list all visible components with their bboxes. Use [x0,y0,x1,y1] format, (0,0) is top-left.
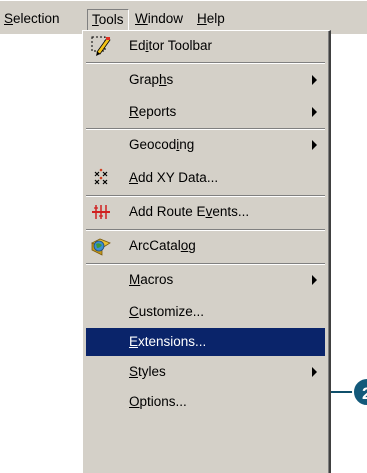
menu-item-label-text: tor Toolbar [148,38,213,53]
menu-item-label-text: acros [140,272,174,287]
menu-item-options[interactable]: Options... [86,388,325,416]
menu-bar: Selection Tools Window Help [0,0,367,34]
menu-item-mnemonic: A [129,170,139,185]
menu-item-editor-toolbar[interactable]: Editor Toolbar [86,32,325,60]
menu-item-mnemonic: O [129,394,140,409]
submenu-arrow-icon [312,107,317,117]
menu-item-styles[interactable]: Styles [86,358,325,386]
menu-item-label-text: tyles [138,364,166,379]
menu-item-mnemonic: h [159,72,167,87]
menu-item-label: Macros [129,272,173,287]
menu-separator [86,62,325,64]
submenu-arrow-icon [312,75,317,85]
callout-number-badge: 2 [352,377,367,407]
menu-item-label: Reports [129,104,176,119]
menu-tools[interactable]: Tools [87,9,129,31]
menu-item-label: Customize... [129,304,204,319]
tools-menu: Editor Toolbar Graphs Reports Geocoding [82,30,331,473]
menu-selection[interactable]: Selection [0,9,64,31]
menu-item-label-text: ng [179,137,195,152]
menu-item-label-text: Grap [129,72,160,87]
menu-item-macros[interactable]: Macros [86,266,325,294]
menu-item-mnemonic: S [129,364,139,379]
menu-item-label: Geocoding [129,137,194,152]
menu-window-label: Window [135,11,184,26]
menu-item-label: Add XY Data... [129,170,218,185]
menu-item-label-text: s [166,72,174,87]
menu-item-add-xy-data[interactable]: Add XY Data... [86,164,325,192]
menu-item-label-text: ustomize... [138,304,205,319]
menu-item-mnemonic: E [129,334,139,349]
submenu-arrow-icon [312,140,317,150]
menu-item-label: Extensions... [129,334,206,349]
menu-item-label: Editor Toolbar [129,38,212,53]
submenu-arrow-icon [312,275,317,285]
menu-item-mnemonic: M [129,272,141,287]
menu-item-label-text: ents... [212,204,250,219]
add-route-events-icon [90,201,112,223]
menu-separator [86,195,325,197]
submenu-arrow-icon [312,367,317,377]
menu-item-mnemonic: R [129,104,139,119]
menu-help[interactable]: Help [193,9,229,31]
menu-item-mnemonic: C [129,304,139,319]
menu-item-arccatalog[interactable]: ArcCatalog [86,232,325,260]
menu-item-graphs[interactable]: Graphs [86,66,325,94]
menu-item-customize[interactable]: Customize... [86,298,325,326]
menu-item-label: Options... [129,394,187,409]
menu-item-label: Add Route Events... [129,204,249,219]
menu-item-label-text: ptions... [139,394,187,409]
menu-window[interactable]: Window [131,9,187,31]
menu-item-label: Styles [129,364,166,379]
menu-item-label-text: dd XY Data... [138,170,219,185]
menu-tools-label: Tools [92,12,124,27]
add-xy-data-icon [90,167,112,189]
menu-item-geocoding[interactable]: Geocoding [86,131,325,159]
menu-item-label-text: ArcCatal [129,238,181,253]
menu-selection-label: Selection [4,11,60,26]
menu-item-add-route-events[interactable]: Add Route Events... [86,198,325,226]
menu-item-label-text: Add Route E [129,204,206,219]
menu-item-label-text: g [188,238,196,253]
menu-separator [86,229,325,231]
menu-separator [86,128,325,130]
menu-item-extensions[interactable]: Extensions... [86,328,325,356]
menu-separator [86,263,325,265]
menu-item-label-text: xtensions... [138,334,207,349]
menu-help-label: Help [197,11,225,26]
arccatalog-icon [90,235,112,257]
editor-toolbar-icon [90,35,112,57]
menu-item-label-text: eports [138,104,177,119]
menu-item-label: ArcCatalog [129,238,196,253]
menu-item-label-text: Geocod [129,137,177,152]
menu-item-reports[interactable]: Reports [86,98,325,126]
menu-item-label: Graphs [129,72,173,87]
menu-item-label-text: Ed [129,38,146,53]
